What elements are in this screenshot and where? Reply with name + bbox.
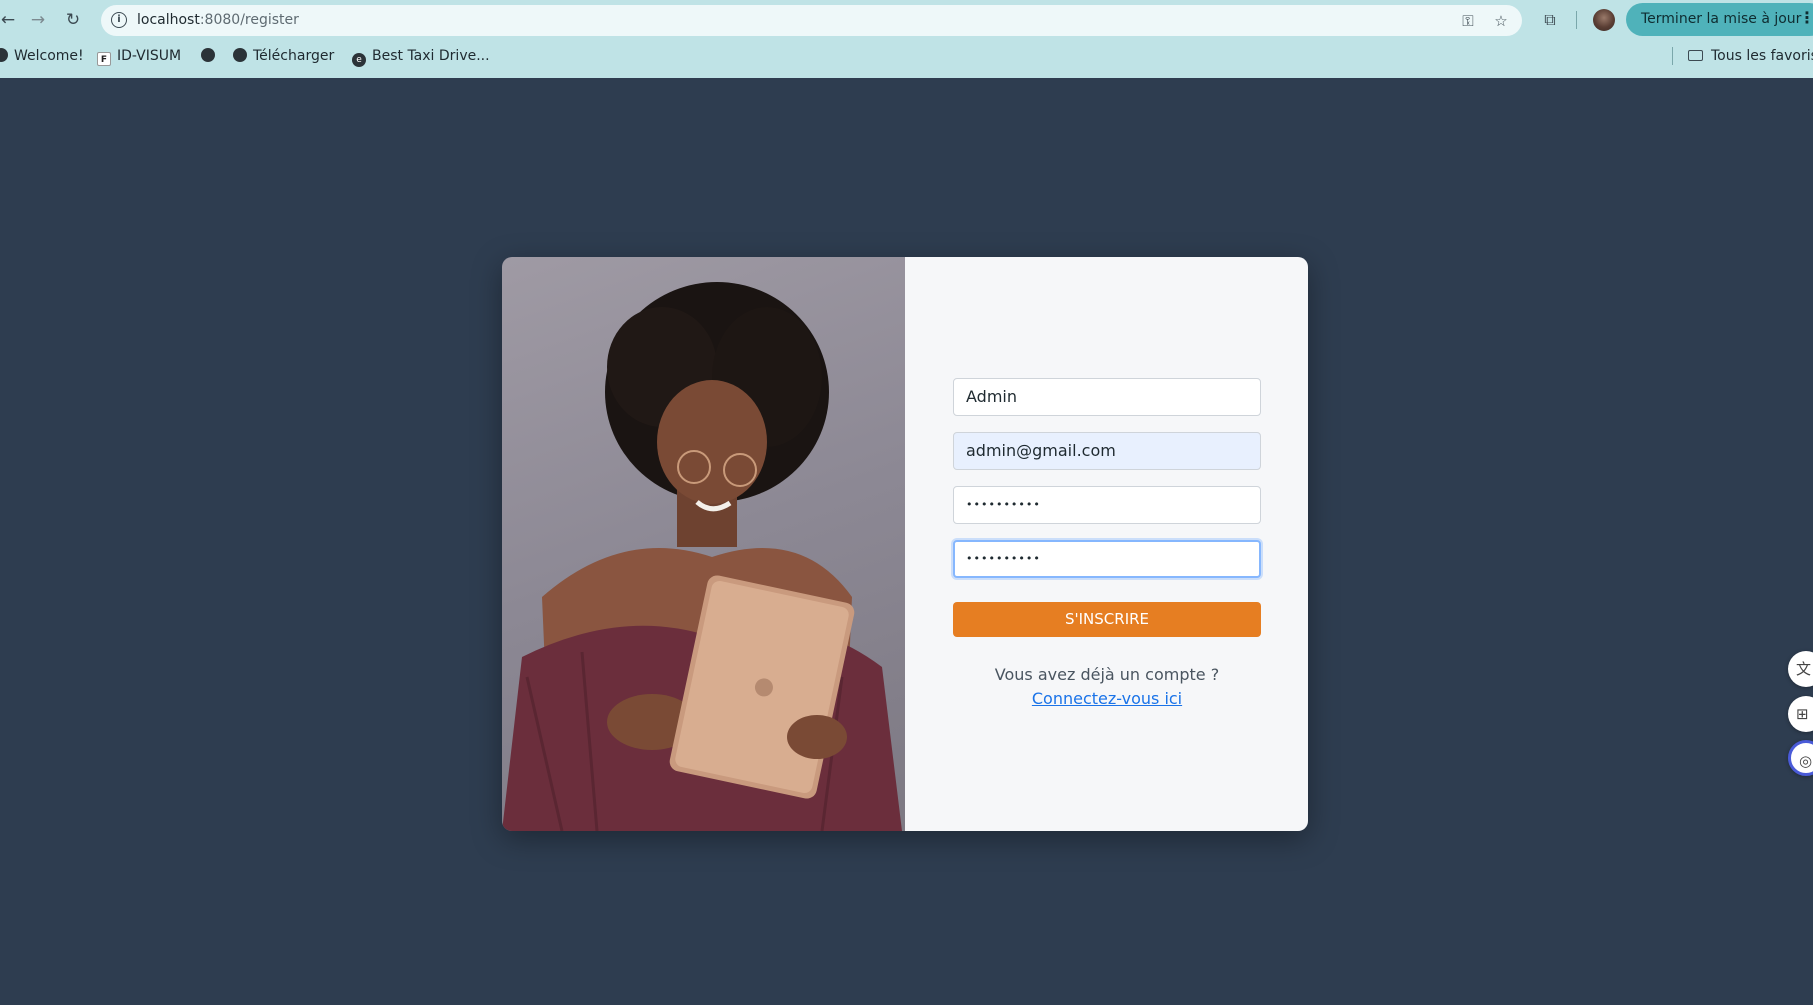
register-button[interactable]: S'INSCRIRE — [953, 602, 1261, 637]
confirm-password-input[interactable]: •••••••••• — [953, 540, 1261, 578]
e-logo-icon: e — [352, 53, 366, 67]
bookmark-welcome[interactable]: Welcome! — [0, 46, 84, 66]
browser-toolbar: ← → ↻ i localhost:8080/register ⚿ ☆ ⧉ Te… — [0, 0, 1813, 40]
bookmark-unnamed[interactable] — [201, 46, 221, 66]
translate-icon[interactable]: 文 — [1788, 651, 1813, 687]
f-logo-icon: F — [97, 52, 111, 66]
bookmark-label: Télécharger — [253, 48, 335, 64]
username-input[interactable]: Admin — [953, 378, 1261, 416]
all-bookmarks-label: Tous les favoris — [1711, 48, 1813, 64]
grid-apps-icon[interactable]: ⊞ — [1788, 696, 1813, 732]
browser-chrome: ← → ↻ i localhost:8080/register ⚿ ☆ ⧉ Te… — [0, 0, 1813, 78]
password-input[interactable]: •••••••••• — [953, 486, 1261, 524]
signin-prompt-text: Vous avez déjà un compte ? — [994, 665, 1220, 684]
bookmark-star-icon[interactable]: ☆ — [1490, 10, 1512, 32]
bookmarks-divider — [1672, 47, 1673, 65]
address-bar[interactable]: i localhost:8080/register ⚿ ☆ — [101, 5, 1522, 36]
bookmark-label: Best Taxi Drive... — [372, 48, 490, 64]
url-host: localhost — [137, 12, 200, 28]
bookmark-label: ID-VISUM — [117, 48, 182, 64]
bookmark-label: Welcome! — [14, 48, 84, 64]
bookmark-id-visum[interactable]: F ID-VISUM — [97, 46, 181, 66]
globe-icon — [233, 48, 247, 62]
reload-icon[interactable]: ↻ — [61, 8, 85, 32]
register-card: Admin admin@gmail.com •••••••••• •••••••… — [502, 257, 1308, 831]
site-info-icon[interactable]: i — [111, 12, 127, 28]
url-path: :8080/register — [199, 12, 299, 28]
profile-avatar[interactable] — [1593, 9, 1615, 31]
signin-prompt: Vous avez déjà un compte ? Connectez-vou… — [953, 663, 1261, 711]
update-button[interactable]: Terminer la mise à jour — [1626, 3, 1813, 36]
folder-icon — [1688, 50, 1703, 61]
toolbar-divider — [1576, 11, 1577, 29]
bookmark-telecharger[interactable]: Télécharger — [233, 46, 334, 66]
assistant-icon[interactable]: ◎ — [1788, 740, 1813, 776]
forward-arrow-icon[interactable]: → — [26, 8, 50, 32]
photo-illustration — [502, 282, 902, 831]
bookmarks-bar: Welcome! F ID-VISUM Télécharger e Best Tax… — [0, 44, 1813, 68]
menu-kebab-icon[interactable]: ⋮ — [1799, 8, 1813, 27]
all-bookmarks-folder[interactable]: Tous les favoris — [1688, 46, 1813, 66]
woman-with-tablet-photo — [502, 257, 905, 831]
signin-link[interactable]: Connectez-vous ici — [1032, 689, 1182, 708]
globe-icon — [0, 48, 8, 62]
address-url[interactable]: localhost:8080/register — [137, 12, 299, 28]
bookmark-best-taxi[interactable]: e Best Taxi Drive... — [352, 46, 490, 67]
password-key-icon[interactable]: ⚿ — [1457, 10, 1479, 32]
email-input[interactable]: admin@gmail.com — [953, 432, 1261, 470]
globe-icon — [201, 48, 215, 62]
extensions-puzzle-icon[interactable]: ⧉ — [1538, 8, 1562, 32]
register-form: Admin admin@gmail.com •••••••••• •••••••… — [905, 257, 1308, 831]
back-arrow-icon[interactable]: ← — [0, 8, 20, 32]
